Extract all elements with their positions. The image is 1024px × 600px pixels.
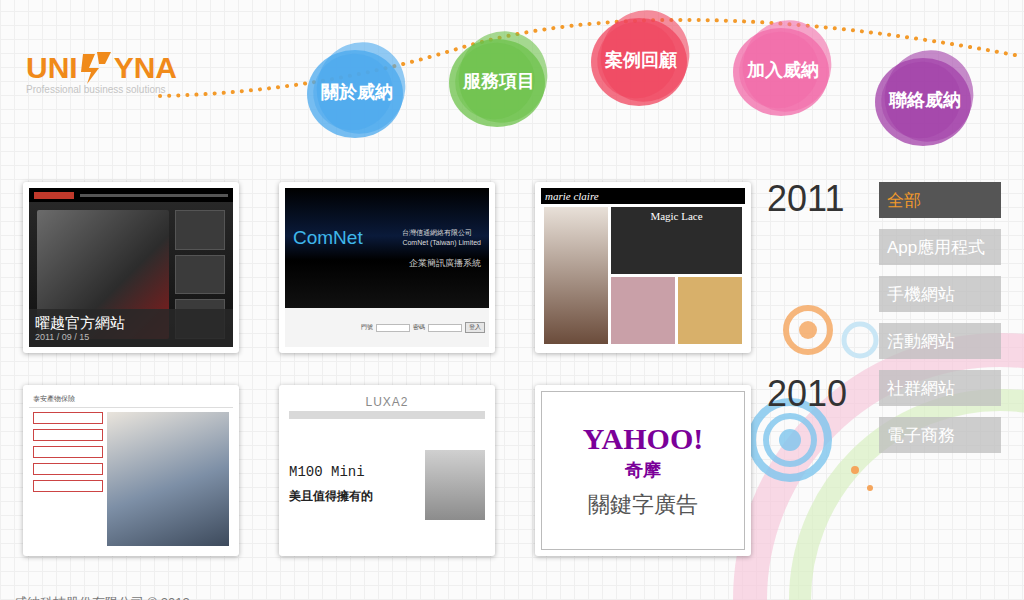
case-card[interactable]: LUXA2 M100 Mini 美且值得擁有的 (279, 385, 495, 556)
nav-item[interactable]: 關於威納 (301, 36, 413, 148)
filter-menu: 全部 App應用程式手機網站活動網站社群網站電子商務 (879, 182, 1001, 568)
content: 曜越官方網站2011 / 09 / 15 ComNet 台灣信通網絡有限公司ComN… (0, 182, 1024, 568)
slogan: 企業簡訊廣播系統 (409, 257, 481, 270)
case-card[interactable]: YAHOO!奇摩關鍵字廣告 (535, 385, 751, 556)
thumbnail: 曜越官方網站2011 / 09 / 15 (29, 188, 233, 347)
year-column: 20112010 (767, 182, 879, 568)
nav-item[interactable]: 服務項目 (443, 25, 555, 137)
nav-item[interactable]: 加入威納 (727, 14, 839, 126)
nav-item[interactable]: 案例回顧 (585, 4, 697, 116)
case-grid: 曜越官方網站2011 / 09 / 15 ComNet 台灣信通網絡有限公司ComN… (23, 182, 751, 568)
logo-left-text: UNI (26, 50, 78, 86)
yahoo-ad: YAHOO!奇摩關鍵字廣告 (541, 391, 745, 550)
card-caption: 曜越官方網站2011 / 09 / 15 (29, 309, 233, 347)
comnet-site: ComNet 台灣信通網絡有限公司ComNet (Taiwan) Limited 企… (285, 188, 489, 347)
case-card[interactable]: marie claire Magic Lace (535, 182, 751, 353)
magazine-site: marie claire Magic Lace (541, 188, 745, 347)
case-card[interactable]: 泰安產物保險 (23, 385, 239, 556)
brand-text: marie claire (545, 190, 599, 202)
ad-title: 關鍵字廣告 (588, 490, 698, 520)
brand-text: ComNet (293, 227, 363, 249)
brand-text: YAHOO! (583, 422, 704, 456)
filter-item[interactable]: 電子商務 (879, 417, 1001, 453)
model-text: M100 Mini (289, 464, 421, 480)
tagline: Professional business solutions (26, 84, 274, 95)
logo[interactable]: UNI YNAProfessional business solutions (0, 0, 274, 182)
slogan: 美且值得擁有的 (289, 488, 421, 505)
feature-title: Magic Lace (650, 210, 702, 222)
thumbnail: LUXA2 M100 Mini 美且值得擁有的 (285, 391, 489, 550)
company-name: 台灣信通網絡有限公司 (402, 228, 481, 237)
login-row: 門號密碼登入 (285, 308, 489, 347)
filter-item[interactable]: 社群網站 (879, 370, 1001, 406)
main-nav: 關於威納服務項目案例回顧加入威納聯絡威納 (274, 0, 981, 182)
year-label: 2010 (767, 377, 879, 568)
year-label: 2011 (767, 182, 879, 373)
filter-item[interactable]: App應用程式 (879, 229, 1001, 265)
page: UNIYNAProfessional business solutions關於威… (0, 0, 1024, 600)
brand-text: LUXA2 (285, 391, 489, 411)
insurance-site: 泰安產物保險 (29, 391, 233, 550)
brand-text: 泰安產物保險 (29, 391, 233, 408)
product-site: LUXA2 M100 Mini 美且值得擁有的 (285, 391, 489, 550)
header: UNIYNAProfessional business solutions關於威… (0, 0, 1024, 182)
thumbnail: ComNet 台灣信通網絡有限公司ComNet (Taiwan) Limited 企… (285, 188, 489, 347)
logo-right-text: YNA (114, 50, 177, 86)
thumbnail: marie claire Magic Lace (541, 188, 745, 347)
thumbnail: YAHOO!奇摩關鍵字廣告 (541, 391, 745, 550)
filter-item[interactable]: 全部 (879, 182, 1001, 218)
thumbnail: 泰安產物保險 (29, 391, 233, 550)
filter-item[interactable]: 手機網站 (879, 276, 1001, 312)
brand-sub: 奇摩 (625, 458, 661, 482)
company-en: ComNet (Taiwan) Limited (402, 238, 481, 247)
login-button[interactable]: 登入 (465, 322, 485, 333)
case-card[interactable]: ComNet 台灣信通網絡有限公司ComNet (Taiwan) Limited 企… (279, 182, 495, 353)
footer: 威納科技股份有限公司 © 2012 (0, 594, 1024, 600)
lightning-icon (79, 50, 113, 86)
nav-item[interactable]: 聯絡威納 (869, 44, 981, 156)
case-card[interactable]: 曜越官方網站2011 / 09 / 15 (23, 182, 239, 353)
filter-item[interactable]: 活動網站 (879, 323, 1001, 359)
